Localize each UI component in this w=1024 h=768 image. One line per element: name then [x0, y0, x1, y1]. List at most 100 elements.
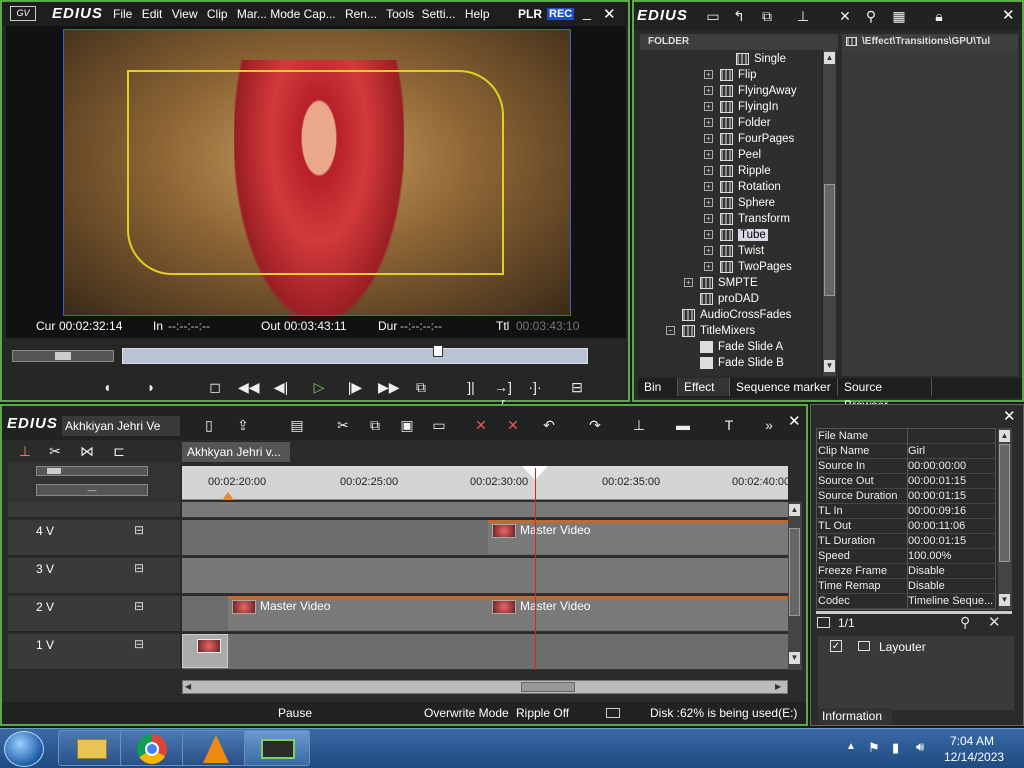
- scroll-down-icon[interactable]: ▼: [824, 360, 835, 372]
- sync-icon[interactable]: ⋈: [78, 442, 96, 460]
- taskbar-vlc[interactable]: [182, 730, 248, 766]
- network-icon[interactable]: ▮: [892, 740, 899, 756]
- up-folder-icon[interactable]: ↰: [730, 7, 748, 25]
- tree-twist[interactable]: + Twist: [704, 243, 764, 259]
- marker-icon[interactable]: ⊥: [630, 416, 648, 434]
- rewind-icon[interactable]: ◀◀: [238, 378, 260, 396]
- new-sequence-icon[interactable]: ▯: [200, 416, 218, 434]
- minimize-icon[interactable]: _: [583, 4, 591, 20]
- clock-time[interactable]: 7:04 AM: [950, 734, 994, 748]
- delete-icon[interactable]: ✕: [836, 7, 854, 25]
- tree-titlemixers[interactable]: − TitleMixers: [666, 323, 755, 339]
- sequence-tab[interactable]: Akhkyan Jehri v...: [182, 442, 290, 462]
- replace-icon[interactable]: ▭: [430, 416, 448, 434]
- volume-icon[interactable]: 🔊︎: [916, 739, 924, 755]
- scroll-down-icon[interactable]: ▼: [999, 594, 1010, 606]
- menu-edit[interactable]: Edit: [142, 7, 163, 21]
- taskbar-chrome[interactable]: [120, 730, 186, 766]
- hscroll-thumb[interactable]: [521, 682, 575, 692]
- clock-date[interactable]: 12/14/2023: [944, 750, 1004, 764]
- save-icon[interactable]: ▤: [288, 416, 306, 434]
- playhead-marker[interactable]: [433, 345, 443, 357]
- next-edit-icon[interactable]: →][: [494, 378, 512, 413]
- tree-rotation[interactable]: + Rotation: [704, 179, 781, 195]
- girl-clip[interactable]: [182, 634, 228, 668]
- track-lock-icon[interactable]: ⊟: [134, 637, 144, 651]
- plr-button[interactable]: PLR: [518, 7, 542, 21]
- tree-scrollbar[interactable]: ▲ ▼: [822, 50, 836, 376]
- menu-capture[interactable]: Cap...: [304, 7, 336, 21]
- folder-icon[interactable]: ▭: [704, 7, 722, 25]
- taskbar-edius[interactable]: [244, 730, 310, 766]
- menu-settings[interactable]: Setti...: [421, 7, 455, 21]
- set-out-icon[interactable]: ◗: [142, 378, 160, 396]
- shuttle-handle[interactable]: [55, 352, 71, 360]
- timeline-hscroll[interactable]: ◀ ▶: [182, 680, 788, 694]
- effect-delete-icon[interactable]: ✕: [988, 613, 1001, 631]
- mode-icon[interactable]: ⊥: [16, 442, 34, 460]
- tree-tube[interactable]: + Tube: [704, 227, 768, 243]
- tree-fade-slide-a[interactable]: Fade Slide A: [700, 339, 783, 355]
- tree-smpte[interactable]: + SMPTE: [684, 275, 758, 291]
- cut-icon[interactable]: ✂: [334, 416, 352, 434]
- step-forward-icon[interactable]: |▶: [346, 378, 364, 396]
- menu-mode[interactable]: Mode: [270, 7, 300, 21]
- tab-effect[interactable]: Effect: [678, 378, 730, 396]
- tree-fourpages[interactable]: + FourPages: [704, 131, 794, 147]
- scroll-down-icon[interactable]: ▼: [789, 652, 800, 664]
- taskbar-explorer[interactable]: [58, 730, 124, 766]
- close-icon[interactable]: ✕: [603, 5, 616, 23]
- clip-master-video[interactable]: Master Video: [228, 596, 488, 630]
- menu-view[interactable]: View: [172, 7, 198, 21]
- link-icon[interactable]: ⊏: [110, 442, 128, 460]
- info-vscroll[interactable]: ▲ ▼: [998, 428, 1012, 610]
- title-icon[interactable]: T: [720, 416, 738, 434]
- stop-icon[interactable]: ◻: [206, 378, 224, 396]
- status-mode[interactable]: Overwrite Mode: [424, 702, 509, 724]
- effect-settings-icon[interactable]: ⚲: [960, 614, 970, 631]
- menu-tools[interactable]: Tools: [386, 7, 414, 21]
- bin-close-icon[interactable]: ✕: [1002, 6, 1015, 24]
- clip-master-video[interactable]: Master Video: [488, 520, 788, 554]
- tree-single[interactable]: Single: [736, 51, 786, 67]
- scroll-left-icon[interactable]: ◀: [185, 682, 191, 691]
- view-icon[interactable]: ▦: [890, 7, 908, 25]
- scroll-thumb[interactable]: [789, 528, 800, 616]
- track-lock-icon[interactable]: ⊟: [134, 523, 144, 537]
- render-icon[interactable]: ▬: [674, 416, 692, 434]
- step-back-icon[interactable]: ◀|: [272, 378, 290, 396]
- tree-peel[interactable]: + Peel: [704, 147, 761, 163]
- info-close-icon[interactable]: ✕: [1003, 407, 1016, 425]
- tree-sphere[interactable]: + Sphere: [704, 195, 775, 211]
- tree-fade-slide-b[interactable]: Fade Slide B: [700, 355, 784, 371]
- scroll-up-icon[interactable]: ▲: [824, 52, 835, 64]
- scroll-right-icon[interactable]: ▶: [775, 682, 781, 691]
- tree-transform[interactable]: + Transform: [704, 211, 790, 227]
- layouter-label[interactable]: Layouter: [879, 640, 926, 654]
- lock-icon[interactable]: 🔒︎: [930, 7, 948, 25]
- undo-icon[interactable]: ↶: [540, 416, 558, 434]
- tree-flyingaway[interactable]: + FlyingAway: [704, 83, 797, 99]
- delete-clip-icon[interactable]: ✕: [472, 416, 490, 434]
- menu-marker[interactable]: Mar...: [237, 7, 267, 21]
- tree-audiocrossfades[interactable]: AudioCrossFades: [682, 307, 791, 323]
- information-tab[interactable]: Information: [818, 708, 892, 725]
- track-head-2v[interactable]: 2 V ⊟: [8, 596, 180, 632]
- overwrite-icon[interactable]: ⊟: [568, 378, 586, 396]
- track-lock-icon[interactable]: ⊟: [134, 599, 144, 613]
- timeline-close-icon[interactable]: ✕: [788, 412, 801, 430]
- tab-sequence-marker[interactable]: Sequence marker: [730, 378, 838, 396]
- copy-icon[interactable]: ⧉: [758, 7, 776, 25]
- timeline-vscroll[interactable]: ▲ ▼: [788, 502, 802, 670]
- play-icon[interactable]: ▷: [310, 378, 328, 396]
- track-scroll-mini[interactable]: [36, 466, 148, 476]
- razor-icon[interactable]: ✂: [46, 442, 64, 460]
- ripple-delete-icon[interactable]: ✕: [504, 416, 522, 434]
- insert-icon[interactable]: ·]·: [526, 378, 544, 396]
- action-center-icon[interactable]: ⚑: [868, 740, 880, 756]
- track-head-4v[interactable]: 4 V ⊟: [8, 520, 180, 556]
- scroll-thumb[interactable]: [999, 444, 1010, 562]
- tab-source-browser[interactable]: Source Browser: [838, 378, 932, 412]
- open-icon[interactable]: ⇪: [234, 416, 252, 434]
- tree-prodad[interactable]: proDAD: [700, 291, 759, 307]
